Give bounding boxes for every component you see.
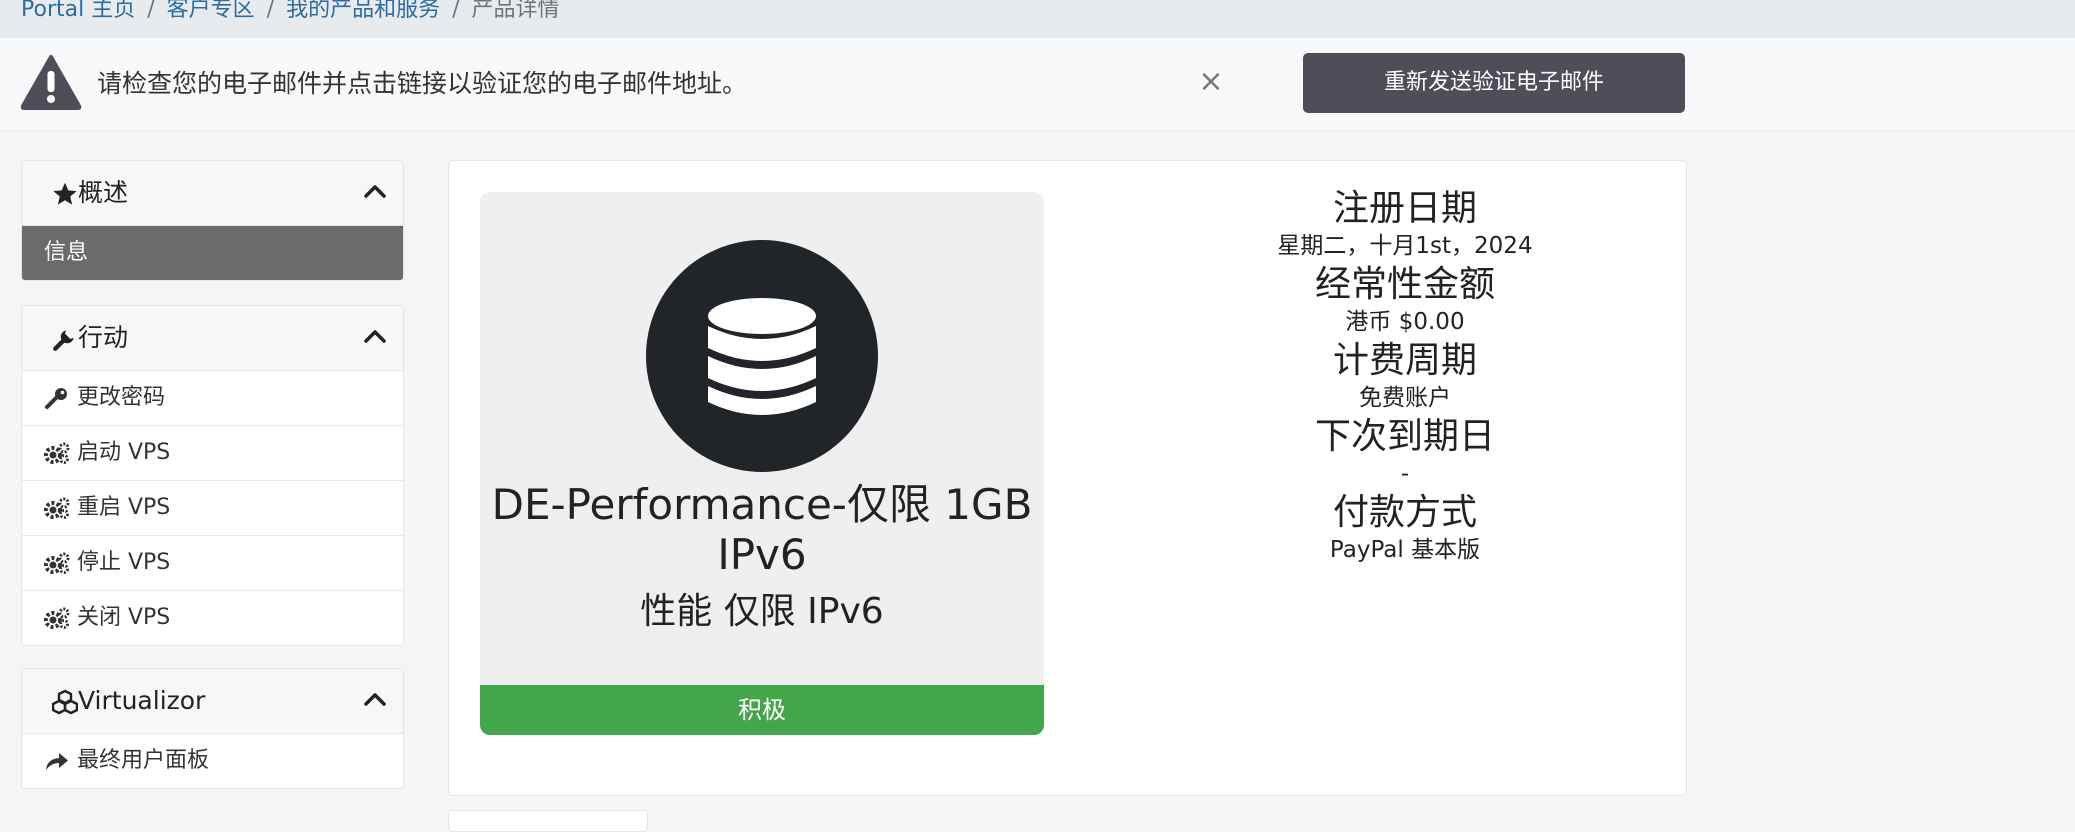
breadcrumb: Portal 主页 / 客户专区 / 我的产品和服务 / 产品详情: [21, 0, 560, 23]
sidebar-panel-virtualizor: Virtualizor 最终用户面板: [21, 668, 404, 789]
product-icon-circle: [646, 240, 878, 472]
resend-verification-email-button[interactable]: 重新发送验证电子邮件: [1303, 53, 1685, 113]
recurring-amount-value: 港币 $0.00: [1345, 309, 1465, 335]
panel-header-overview[interactable]: 概述: [22, 161, 403, 226]
sidebar-item-information[interactable]: 信息: [22, 226, 403, 280]
billing-cycle-value: 免费账户: [1359, 385, 1451, 411]
alert-message: 请检查您的电子邮件并点击链接以验证您的电子邮件地址。: [97, 69, 748, 98]
key-icon: [45, 388, 67, 409]
sidebar-item-change-password[interactable]: 更改密码: [22, 371, 403, 426]
sidebar-item-label: 最终用户面板: [77, 748, 210, 773]
breadcrumb-client-area[interactable]: 客户专区: [167, 0, 255, 22]
sidebar-item-label: 关闭 VPS: [77, 605, 171, 630]
panel-header-virtualizor[interactable]: Virtualizor: [22, 669, 403, 734]
product-group: 性能 仅限 IPv6: [640, 591, 884, 632]
product-status-badge: 积极: [480, 685, 1044, 735]
product-details-card: DE-Performance-仅限 1GB IPv6 性能 仅限 IPv6 积极…: [448, 160, 1687, 796]
recurring-amount-label: 经常性金额: [1314, 264, 1495, 305]
chevron-up-icon[interactable]: [364, 183, 386, 199]
sidebar-item-start-vps[interactable]: 启动 VPS: [22, 426, 403, 481]
panel-header-actions[interactable]: 行动: [22, 306, 403, 371]
product-name: DE-Performance-仅限 1GB IPv6: [491, 480, 1033, 579]
payment-method-value: PayPal 基本版: [1329, 537, 1481, 563]
registration-date-label: 注册日期: [1332, 188, 1477, 229]
breadcrumb-bar: Portal 主页 / 客户专区 / 我的产品和服务 / 产品详情: [0, 0, 2075, 38]
product-summary-box: DE-Performance-仅限 1GB IPv6 性能 仅限 IPv6: [480, 192, 1044, 692]
breadcrumb-current: 产品详情: [471, 0, 560, 22]
panel-title-actions: 行动: [78, 323, 129, 352]
sidebar-item-label: 重启 VPS: [77, 495, 171, 520]
sidebar-item-label: 停止 VPS: [77, 550, 171, 575]
chevron-up-icon[interactable]: [364, 691, 386, 707]
gears-icon: [44, 497, 70, 519]
email-verification-alert: 请检查您的电子邮件并点击链接以验证您的电子邮件地址。 × 重新发送验证电子邮件: [0, 38, 2075, 131]
sidebar-item-label: 信息: [44, 240, 89, 265]
breadcrumb-separator: /: [147, 0, 155, 22]
sidebar-panel-overview: 概述 信息: [21, 160, 404, 281]
cubes-icon: [52, 689, 78, 715]
billing-cycle-label: 计费周期: [1332, 340, 1477, 381]
panel-title-overview: 概述: [78, 178, 129, 207]
sidebar-item-reboot-vps[interactable]: 重启 VPS: [22, 481, 403, 536]
sidebar-item-end-user-panel[interactable]: 最终用户面板: [22, 734, 403, 788]
sidebar-item-label: 启动 VPS: [77, 440, 171, 465]
next-due-date-value: -: [1400, 461, 1410, 487]
gears-icon: [44, 442, 70, 464]
share-arrow-icon: [46, 753, 68, 770]
chevron-up-icon[interactable]: [364, 328, 386, 344]
payment-method-label: 付款方式: [1332, 492, 1477, 533]
alert-close-button[interactable]: ×: [1197, 66, 1225, 98]
star-icon: [53, 182, 77, 205]
breadcrumb-separator: /: [266, 0, 275, 22]
sidebar-item-stop-vps[interactable]: 停止 VPS: [22, 536, 403, 591]
sidebar-item-label: 更改密码: [77, 385, 166, 410]
panel-title-virtualizor: Virtualizor: [78, 686, 206, 715]
sidebar-panel-actions: 行动 更改密码 启动 VPS 重启 VPS 停止 VPS 关闭 VPS: [21, 305, 404, 646]
breadcrumb-separator: /: [452, 0, 460, 22]
breadcrumb-portal-home[interactable]: Portal 主页: [21, 0, 135, 22]
breadcrumb-my-services[interactable]: 我的产品和服务: [286, 0, 440, 22]
registration-date-value: 星期二，十月1st，2024: [1277, 233, 1533, 259]
gears-icon: [44, 607, 70, 629]
database-icon: [708, 298, 816, 415]
sidebar-item-shutdown-vps[interactable]: 关闭 VPS: [22, 591, 403, 645]
wrench-icon: [53, 330, 74, 351]
warning-icon: [20, 55, 82, 110]
product-info-list: 注册日期 星期二，十月1st，2024 经常性金额 港币 $0.00 计费周期 …: [1145, 187, 1665, 567]
gears-icon: [44, 552, 70, 574]
next-panel-stub: [448, 810, 648, 832]
next-due-date-label: 下次到期日: [1314, 416, 1495, 457]
